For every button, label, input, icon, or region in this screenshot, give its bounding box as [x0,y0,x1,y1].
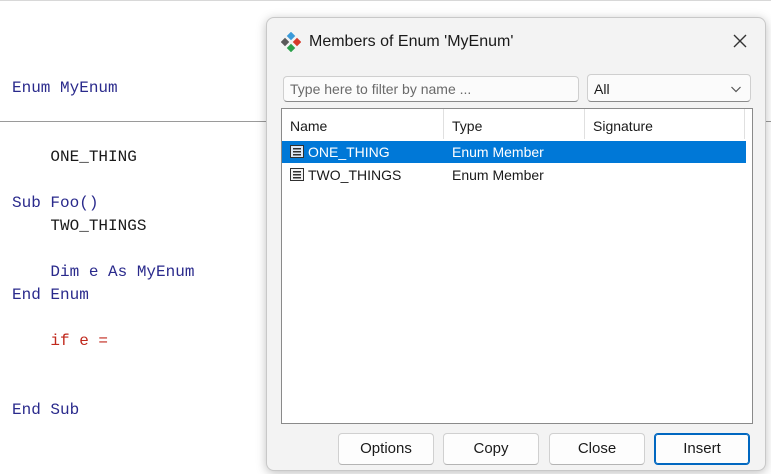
enum-members-icon [281,32,301,52]
copy-button[interactable]: Copy [443,433,539,465]
sub-code-block: Sub Foo() Dim e As MyEnum if e = End Sub [12,146,194,468]
members-dialog: Members of Enum 'MyEnum' All Name Type S… [266,17,766,471]
member-kind-select-value: All [594,81,610,97]
list-item-two-things[interactable]: TWO_THINGS Enum Member [282,164,746,186]
member-type: Enum Member [452,167,544,183]
close-dialog-button[interactable] [727,28,753,54]
code-line-enum-start: Enum MyEnum [12,79,118,97]
members-list[interactable]: Name Type Signature ONE_THING Enum Membe… [281,108,753,424]
dialog-title: Members of Enum 'MyEnum' [309,33,514,50]
close-button[interactable]: Close [549,433,645,465]
enum-member-icon [290,145,304,158]
enum-member-icon [290,168,304,181]
insert-button[interactable]: Insert [654,433,750,465]
column-header-type[interactable]: Type [444,109,585,139]
list-header: Name Type Signature [282,109,752,141]
chevron-down-icon [731,86,741,93]
code-line-dim: Dim e As MyEnum [12,263,195,281]
code-line-if: if e = [12,332,109,350]
list-item-one-thing[interactable]: ONE_THING Enum Member [282,141,746,163]
member-kind-select[interactable]: All [587,74,751,102]
options-button[interactable]: Options [338,433,434,465]
column-header-name[interactable]: Name [282,109,444,139]
member-name: ONE_THING [308,144,390,160]
close-icon [733,34,747,48]
member-name: TWO_THINGS [308,167,402,183]
code-line-sub-end: End Sub [12,401,80,419]
member-type: Enum Member [452,144,544,160]
filter-input[interactable] [283,76,579,102]
code-line-sub-start: Sub Foo() [12,194,99,212]
column-header-signature[interactable]: Signature [585,109,745,139]
